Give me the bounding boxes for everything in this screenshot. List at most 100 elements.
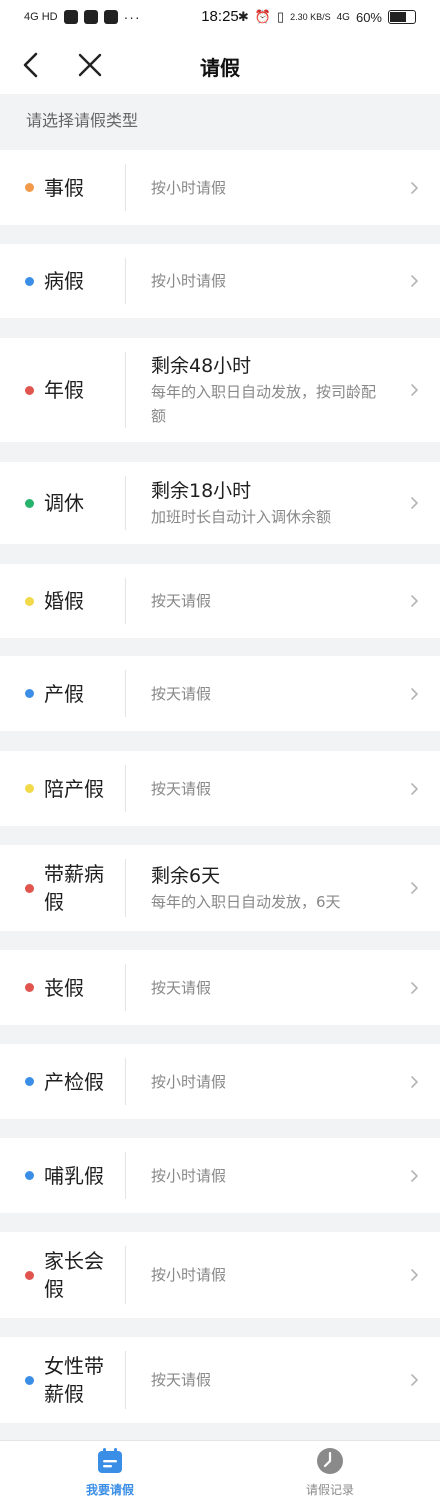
leave-type-row[interactable]: 家长会假 按小时请假: [0, 1232, 440, 1318]
leave-type-dot: [25, 183, 34, 192]
leave-type-name: 产假: [44, 681, 84, 706]
leave-type-dot: [25, 385, 34, 395]
leave-type-row[interactable]: 病假 按小时请假: [0, 244, 440, 318]
tab-label: 请假记录: [305, 1483, 354, 1497]
leave-type-name: 哺乳假: [44, 1163, 104, 1188]
leave-type-row[interactable]: 产假 按天请假: [0, 656, 440, 731]
leave-type-row[interactable]: 调休 剩余18小时加班时长自动计入调休余额: [0, 462, 440, 544]
leave-type-info: 按小时请假: [151, 1164, 390, 1188]
leave-type-row[interactable]: 年假 剩余48小时 每年的入职日自动发放，按司龄配额: [0, 338, 440, 442]
leave-type-row[interactable]: 哺乳假 按小时请假: [0, 1138, 440, 1213]
row-divider: [125, 258, 126, 304]
leave-type-row[interactable]: 陪产假 按天请假: [0, 751, 440, 826]
tab-leave-records[interactable]: 请假记录: [255, 1441, 405, 1503]
leave-type-row[interactable]: 婚假 按天请假: [0, 564, 440, 638]
leave-type-name: 家长会假: [44, 1249, 104, 1301]
chevron-right-icon: [411, 384, 418, 396]
leave-type-name: 事假: [44, 175, 84, 200]
leave-type-dot: [25, 784, 34, 793]
leave-type-dot: [25, 498, 34, 508]
leave-type-name: 女性带薪假: [44, 1354, 104, 1406]
leave-type-dot: [25, 596, 34, 606]
leave-type-name: 年假: [44, 378, 84, 402]
row-divider: [125, 164, 126, 211]
leave-rule: 按天请假: [151, 978, 212, 997]
row-divider: [125, 670, 126, 717]
chevron-right-icon: [411, 1075, 418, 1088]
status-bar: 4G HD ··· 18:25 ✱ ⏰ ▯ 2.30 KB/S 4G 60%: [0, 0, 440, 36]
leave-type-row[interactable]: 带薪病假 剩余6天 每年的入职日自动发放，6天: [0, 845, 440, 931]
leave-type-name: 陪产假: [44, 776, 104, 801]
chevron-right-icon: [411, 497, 418, 509]
leave-type-name: 婚假: [44, 589, 84, 613]
leave-type-info: 剩余6天每年的入职日自动发放，6天: [151, 862, 390, 914]
leave-type-info: 剩余18小时加班时长自动计入调休余额: [151, 477, 390, 529]
chevron-right-icon: [411, 782, 418, 795]
leave-type-dot: [25, 1270, 34, 1280]
row-divider: [125, 859, 126, 917]
leave-rule: 按小时请假: [151, 1166, 227, 1185]
leave-type-row[interactable]: 丧假 按天请假: [0, 950, 440, 1025]
chevron-right-icon: [411, 181, 418, 194]
chevron-right-icon: [411, 687, 418, 700]
leave-type-row[interactable]: 事假 按小时请假: [0, 150, 440, 225]
chevron-right-icon: [411, 275, 418, 287]
leave-rule: 按天请假: [151, 1371, 212, 1389]
status-right: ✱ ⏰ ▯ 2.30 KB/S 4G 60%: [238, 9, 416, 25]
leave-type-dot: [25, 276, 34, 286]
row-divider: [125, 1058, 126, 1105]
row-divider: [125, 1351, 126, 1409]
row-divider: [125, 1246, 126, 1304]
leave-type-info: 按小时请假: [151, 1070, 390, 1094]
alarm-icon: ⏰: [254, 9, 271, 24]
battery-percent: 60%: [355, 9, 382, 25]
balance-title: 剩余18小时: [151, 480, 252, 502]
leave-rule: 每年的入职日自动发放，6天: [151, 893, 341, 911]
leave-rule: 按小时请假: [151, 1266, 227, 1284]
chevron-right-icon: [411, 1374, 418, 1386]
leave-rule: 每年的入职日自动发放，按司龄配额: [151, 383, 377, 425]
signal-indicator: 4G: [336, 11, 350, 23]
nav-bar: 请假: [0, 36, 440, 94]
row-divider: [125, 352, 126, 428]
balance-title: 剩余6天: [151, 865, 221, 887]
leave-type-name: 病假: [44, 269, 84, 293]
chevron-right-icon: [411, 1269, 418, 1281]
net-speed: 2.30 KB/S: [290, 12, 331, 22]
leave-type-info: 按天请假: [151, 589, 390, 613]
leave-type-dot: [25, 983, 34, 992]
leave-rule: 按天请假: [151, 592, 212, 610]
leave-type-name: 丧假: [44, 975, 84, 1000]
row-divider: [125, 1152, 126, 1199]
row-divider: [125, 964, 126, 1011]
leave-type-info: 按小时请假: [151, 176, 390, 200]
leave-type-dot: [25, 1375, 34, 1385]
battery-icon: [388, 10, 416, 24]
leave-type-info: 按天请假: [151, 1368, 390, 1392]
bluetooth-icon: ✱: [237, 9, 249, 24]
leave-type-dot: [25, 689, 34, 698]
chevron-right-icon: [411, 595, 418, 607]
tab-request-leave[interactable]: 我要请假: [35, 1441, 185, 1503]
leave-rule: 加班时长自动计入调休余额: [151, 508, 332, 526]
leave-rule: 按天请假: [151, 684, 212, 703]
clock-icon: [317, 1448, 343, 1474]
leave-type-info: 按天请假: [151, 777, 390, 801]
leave-type-row[interactable]: 女性带薪假 按天请假: [0, 1337, 440, 1423]
leave-type-info: 按天请假: [151, 976, 390, 1000]
row-divider: [125, 578, 126, 624]
row-divider: [125, 476, 126, 530]
leave-rule: 按小时请假: [151, 178, 227, 197]
leave-type-dot: [25, 1077, 34, 1086]
calendar-icon: [98, 1448, 122, 1473]
leave-type-row[interactable]: 产检假 按小时请假: [0, 1044, 440, 1119]
page-title: 请假: [200, 56, 240, 80]
chevron-right-icon: [411, 981, 418, 994]
leave-type-name: 产检假: [44, 1069, 104, 1094]
leave-type-name: 调休: [44, 491, 84, 515]
chevron-right-icon: [411, 882, 418, 894]
leave-type-dot: [25, 1171, 34, 1180]
vibrate-icon: ▯: [276, 9, 285, 24]
leave-type-info: 按天请假: [151, 682, 390, 706]
row-divider: [125, 765, 126, 812]
